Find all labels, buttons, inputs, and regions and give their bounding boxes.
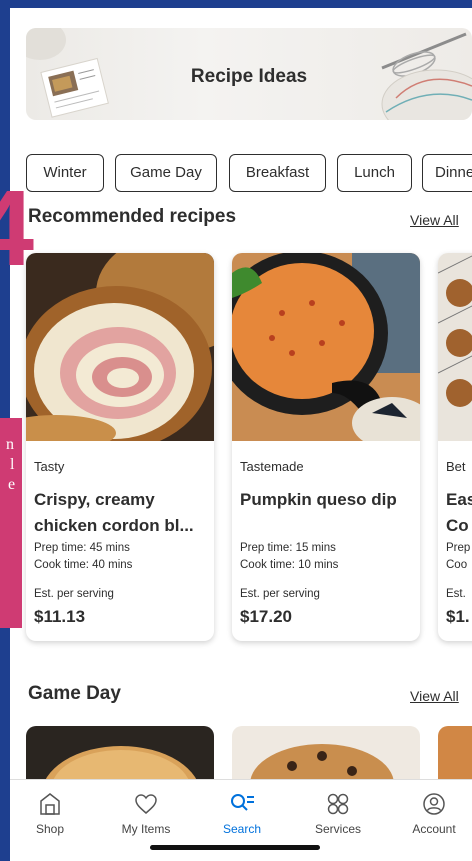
chip-lunch[interactable]: Lunch	[337, 154, 412, 192]
nav-my-items[interactable]: My Items	[106, 792, 186, 836]
search-icon	[231, 794, 254, 811]
nav-services-label: Services	[314, 822, 361, 836]
recipe-prep-time: Prep time: 45 mins	[34, 542, 130, 554]
recipe-source: Tasty	[34, 459, 65, 474]
nav-account[interactable]: Account	[394, 792, 472, 836]
recipe-ideas-banner[interactable]: Recipe Ideas	[26, 28, 472, 120]
recipe-image-cordon-bleu	[26, 253, 214, 441]
recipe-card-pumpkin-queso[interactable]: Tastemade Pumpkin queso dip Prep time: 1…	[232, 253, 420, 641]
recommended-view-all-link[interactable]: View All	[410, 212, 459, 228]
recipe-est-label: Est.	[446, 588, 466, 600]
recipe-price: $11.13	[34, 607, 86, 626]
recipe-name: Crispy, creamy chicken cordon bl...	[34, 490, 194, 535]
chip-breakfast[interactable]: Breakfast	[229, 154, 326, 192]
recipe-name: Eas Co	[446, 490, 472, 535]
services-icon	[327, 793, 349, 815]
home-indicator	[150, 845, 320, 850]
nav-services[interactable]: Services	[298, 792, 378, 836]
recipe-cook-time: Cook time: 40 mins	[34, 559, 133, 571]
recipe-price: $17.20	[240, 607, 292, 626]
recipe-image-pumpkin-queso	[232, 253, 420, 441]
overlay-glyph: 4	[0, 188, 35, 278]
game-day-view-all-link[interactable]: View All	[410, 688, 459, 704]
recipe-cook-time: Coo	[446, 559, 468, 571]
recipe-source: Bet	[446, 459, 466, 474]
overlay-text-line-2: l	[10, 456, 15, 473]
phone-screen: Recipe Ideas Winter Game Day Breakfast L…	[10, 8, 472, 861]
overlay-glyph-block: 4	[0, 188, 40, 278]
nav-shop[interactable]: Shop	[10, 792, 90, 836]
recipe-source: Tastemade	[240, 459, 304, 474]
nav-account-label: Account	[412, 822, 456, 836]
recommended-title: Recommended recipes	[28, 206, 237, 227]
recipe-est-label: Est. per serving	[240, 588, 320, 600]
nav-shop-label: Shop	[35, 822, 65, 836]
nav-search[interactable]: Search	[202, 792, 282, 836]
recipe-price: $1.	[446, 607, 470, 626]
nav-my-items-label: My Items	[121, 822, 171, 836]
heart-icon	[135, 794, 157, 814]
banner-title: Recipe Ideas	[190, 66, 308, 87]
overlay-text-line-3: e	[8, 476, 16, 493]
chip-winter[interactable]: Winter	[26, 154, 104, 192]
overlay-pink-strip: n l e	[0, 418, 22, 628]
store-icon	[40, 793, 60, 815]
recipe-card-partial[interactable]: Bet Eas Co Prep Coo Est. $1.	[438, 253, 472, 641]
recipe-prep-time: Prep	[446, 542, 471, 554]
recipe-cook-time: Cook time: 10 mins	[240, 559, 339, 571]
overlay-text-line-1: n	[6, 436, 14, 453]
recipe-name: Pumpkin queso dip	[240, 490, 397, 509]
recipe-prep-time: Prep time: 15 mins	[240, 542, 336, 554]
nav-search-label: Search	[222, 822, 262, 836]
recipe-card-cordon-bleu[interactable]: Tasty Crispy, creamy chicken cordon bl..…	[26, 253, 214, 641]
category-chips: Winter Game Day Breakfast Lunch Dinner	[26, 154, 472, 194]
chip-game-day[interactable]: Game Day	[115, 154, 217, 192]
account-icon	[423, 793, 445, 815]
recipe-image-partial	[438, 253, 472, 441]
game-day-title: Game Day	[28, 683, 121, 704]
chip-dinner[interactable]: Dinner	[422, 154, 472, 192]
recipe-est-label: Est. per serving	[34, 588, 114, 600]
